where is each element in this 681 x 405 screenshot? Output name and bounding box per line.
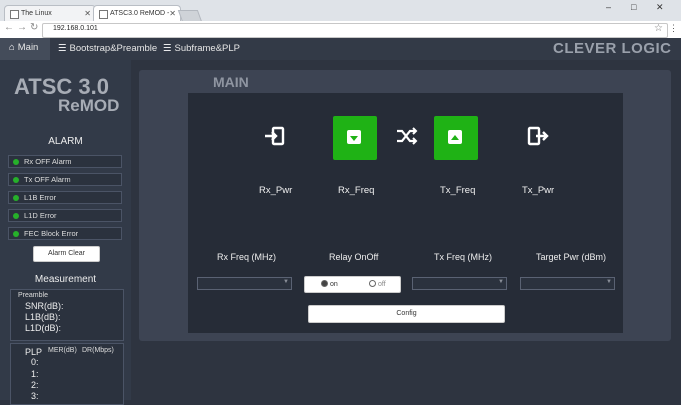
relay-on-label: on (330, 281, 338, 288)
alarm-title: ALARM (48, 136, 83, 147)
menu-icon[interactable]: ⋮ (669, 23, 678, 34)
url-field[interactable]: 192.168.0.101 ☆ (42, 23, 668, 38)
status-indicator-icon (13, 231, 19, 237)
preamble-label: Preamble (18, 292, 48, 299)
measurement-title: Measurement (34, 274, 97, 285)
rx-freq-select[interactable]: ▼ (197, 277, 292, 290)
relay-off-label: off (378, 281, 386, 288)
alarm-clear-button[interactable]: Alarm Clear (33, 246, 100, 262)
shuffle-icon[interactable] (396, 127, 418, 151)
tx-pwr-label: Tx_Pwr (522, 185, 555, 196)
close-icon[interactable]: ✕ (169, 6, 176, 21)
forward-icon[interactable]: → (17, 22, 27, 33)
mer-header: MER(dB) (48, 347, 77, 354)
relay-off-option[interactable]: off (369, 280, 386, 288)
plp-label: PLP (25, 347, 43, 357)
plp-row: 1: (31, 369, 39, 379)
alarm-label: Rx OFF Alarm (24, 157, 72, 166)
favicon-icon (99, 10, 108, 19)
status-indicator-icon (13, 195, 19, 201)
brand-logo: CLEVER LOGIC (553, 40, 672, 57)
alarm-item: Rx OFF Alarm (8, 155, 122, 168)
status-indicator-icon (13, 177, 19, 183)
nav-subframe-plp[interactable]: ☰ Subframe&PLP (163, 43, 240, 54)
rx-pwr-icon[interactable] (264, 126, 286, 152)
target-pwr-header: Target Pwr (dBm) (536, 252, 607, 262)
rx-freq-header: Rx Freq (MHz) (217, 252, 276, 262)
alarm-item: L1B Error (8, 191, 122, 204)
rx-freq-label: Rx_Freq (338, 185, 375, 196)
alarm-label: FEC Block Error (24, 229, 79, 238)
down-triangle-icon (350, 136, 358, 141)
radio-icon (321, 280, 328, 287)
url-text: 192.168.0.101 (53, 25, 98, 32)
status-indicator-icon (13, 159, 19, 165)
tx-freq-header: Tx Freq (MHz) (434, 252, 492, 262)
relay-toggle[interactable]: on off (304, 276, 401, 293)
rx-freq-down-button[interactable] (333, 116, 377, 160)
tx-freq-label: Tx_Freq (440, 185, 476, 196)
chevron-down-icon: ▼ (283, 279, 289, 285)
snr-label: SNR(dB): (25, 301, 64, 311)
bookmark-star-icon[interactable]: ☆ (654, 23, 663, 34)
page-title: MAIN (213, 74, 249, 90)
nav-main-label: Main (17, 42, 39, 53)
alarm-item: L1D Error (8, 209, 122, 222)
plp-row: 2: (31, 380, 39, 390)
chevron-down-icon: ▼ (606, 279, 612, 285)
browser-tab-active[interactable]: ATSC3.0 ReMOD - CLEV ✕ (93, 5, 181, 32)
close-window-icon[interactable]: ✕ (656, 2, 664, 13)
reload-icon[interactable]: ↻ (30, 22, 38, 33)
target-pwr-select[interactable]: ▼ (520, 277, 615, 290)
tx-pwr-icon[interactable] (527, 126, 549, 152)
dr-header: DR(Mbps) (82, 347, 114, 354)
chevron-down-icon: ▼ (498, 279, 504, 285)
relay-header: Relay OnOff (329, 252, 379, 262)
tx-freq-select[interactable]: ▼ (412, 277, 507, 290)
alarm-item: FEC Block Error (8, 227, 122, 240)
alarm-label: L1D Error (24, 211, 57, 220)
alarm-label: Tx OFF Alarm (24, 175, 71, 184)
home-icon: ⌂ (9, 42, 15, 53)
list-icon: ☰ (58, 43, 67, 54)
radio-icon (369, 280, 376, 287)
nav-main[interactable]: ⌂ Main (9, 42, 38, 53)
plp-row: 0: (31, 357, 39, 367)
alarm-item: Tx OFF Alarm (8, 173, 122, 186)
close-icon[interactable]: ✕ (84, 6, 91, 21)
maximize-icon[interactable]: □ (631, 2, 636, 12)
nav-subframe-label: Subframe&PLP (174, 43, 241, 54)
browser-tab[interactable]: The Linux Programming ✕ (4, 5, 96, 32)
nav-bootstrap-preamble[interactable]: ☰ Bootstrap&Preamble (58, 43, 157, 54)
l1b-label: L1B(dB): (25, 312, 61, 322)
nav-bootstrap-label: Bootstrap&Preamble (69, 43, 158, 54)
up-triangle-icon (451, 135, 459, 140)
rx-pwr-label: Rx_Pwr (259, 185, 293, 196)
control-panel (188, 93, 623, 256)
l1d-label: L1D(dB): (25, 323, 62, 333)
status-indicator-icon (13, 213, 19, 219)
minimize-icon[interactable]: – (606, 2, 611, 12)
product-logo-line2: ReMOD (58, 96, 120, 115)
favicon-icon (10, 10, 19, 19)
config-button[interactable]: Config (308, 305, 505, 323)
alarm-label: L1B Error (24, 193, 57, 202)
back-icon[interactable]: ← (4, 22, 14, 33)
relay-on-option[interactable]: on (321, 280, 338, 288)
list-icon: ☰ (163, 43, 172, 54)
tx-freq-up-button[interactable] (434, 116, 478, 160)
